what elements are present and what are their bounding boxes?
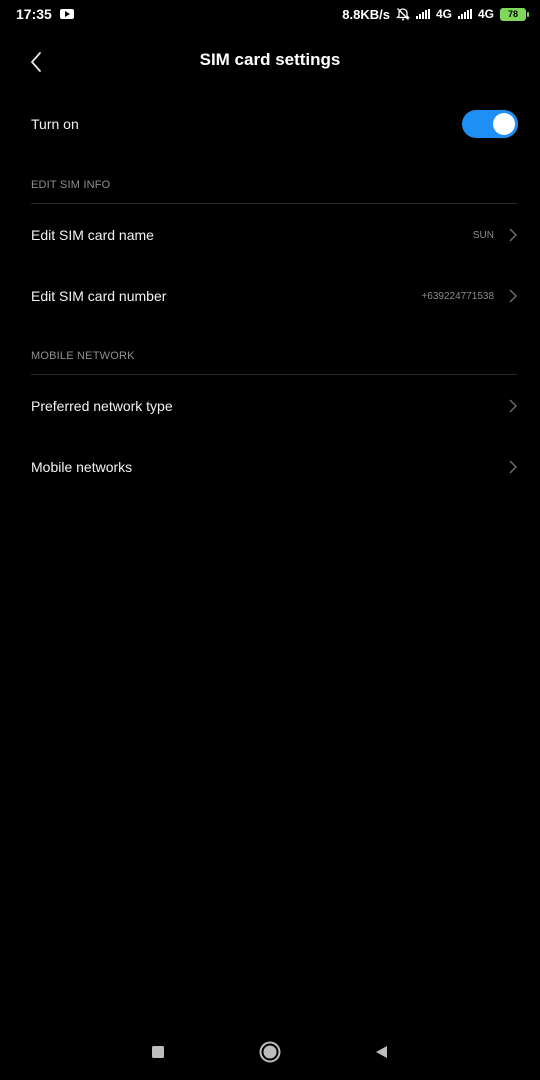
chevron-right-icon <box>508 398 518 414</box>
section-title-edit-sim-info: EDIT SIM INFO <box>31 179 111 191</box>
screen: 17:35 8.8KB/s 4G 4G 78 SIM card settings… <box>0 0 540 1080</box>
sim-card-number-value: +639224771538 <box>421 290 494 302</box>
alarm-off-icon <box>395 8 410 21</box>
recent-apps-button[interactable] <box>146 1040 170 1064</box>
section-title-mobile-network: MOBILE NETWORK <box>31 350 135 362</box>
edit-sim-card-name-label: Edit SIM card name <box>31 227 154 243</box>
preferred-network-type-label: Preferred network type <box>31 398 173 414</box>
edit-sim-card-number-row[interactable]: Edit SIM card number +639224771538 <box>0 268 540 324</box>
battery-icon: 78 <box>500 7 529 21</box>
signal-icon-sim1 <box>415 9 430 19</box>
status-right: 8.8KB/s 4G 4G 78 <box>342 6 529 22</box>
divider <box>31 203 517 204</box>
mobile-networks-label: Mobile networks <box>31 459 133 475</box>
navigation-bar <box>0 1024 540 1080</box>
sim-card-name-value: SUN <box>472 229 494 241</box>
chevron-right-icon <box>508 459 518 475</box>
circle-icon <box>259 1041 281 1063</box>
nav-back-button[interactable] <box>369 1040 393 1064</box>
sim2-network-type: 4G <box>477 7 494 21</box>
page-title: SIM card settings <box>199 50 341 69</box>
preferred-network-type-row[interactable]: Preferred network type <box>0 378 540 434</box>
youtube-notification-icon <box>59 9 74 19</box>
clock: 17:35 <box>16 6 52 22</box>
toggle-knob <box>493 113 515 135</box>
mobile-networks-row[interactable]: Mobile networks <box>0 439 540 495</box>
turn-on-row[interactable]: Turn on <box>0 96 540 152</box>
status-left: 17:35 <box>16 6 74 22</box>
triangle-back-icon <box>376 1046 387 1058</box>
sim1-network-type: 4G <box>435 7 452 21</box>
square-icon <box>152 1046 164 1058</box>
edit-sim-card-number-label: Edit SIM card number <box>31 288 167 304</box>
turn-on-toggle[interactable] <box>462 110 518 138</box>
row-right: SUN <box>473 227 518 243</box>
edit-sim-card-name-row[interactable]: Edit SIM card name SUN <box>0 207 540 263</box>
chevron-right-icon <box>508 288 518 304</box>
status-bar: 17:35 8.8KB/s 4G 4G 78 <box>0 0 540 28</box>
row-right: +639224771538 <box>421 288 518 304</box>
header: SIM card settings <box>0 36 540 88</box>
turn-on-label: Turn on <box>31 116 79 132</box>
net-speed: 8.8KB/s <box>342 6 390 22</box>
home-button[interactable] <box>258 1040 282 1064</box>
divider <box>31 374 517 375</box>
signal-icon-sim2 <box>457 9 472 19</box>
chevron-right-icon <box>508 227 518 243</box>
battery-level: 78 <box>507 9 518 19</box>
